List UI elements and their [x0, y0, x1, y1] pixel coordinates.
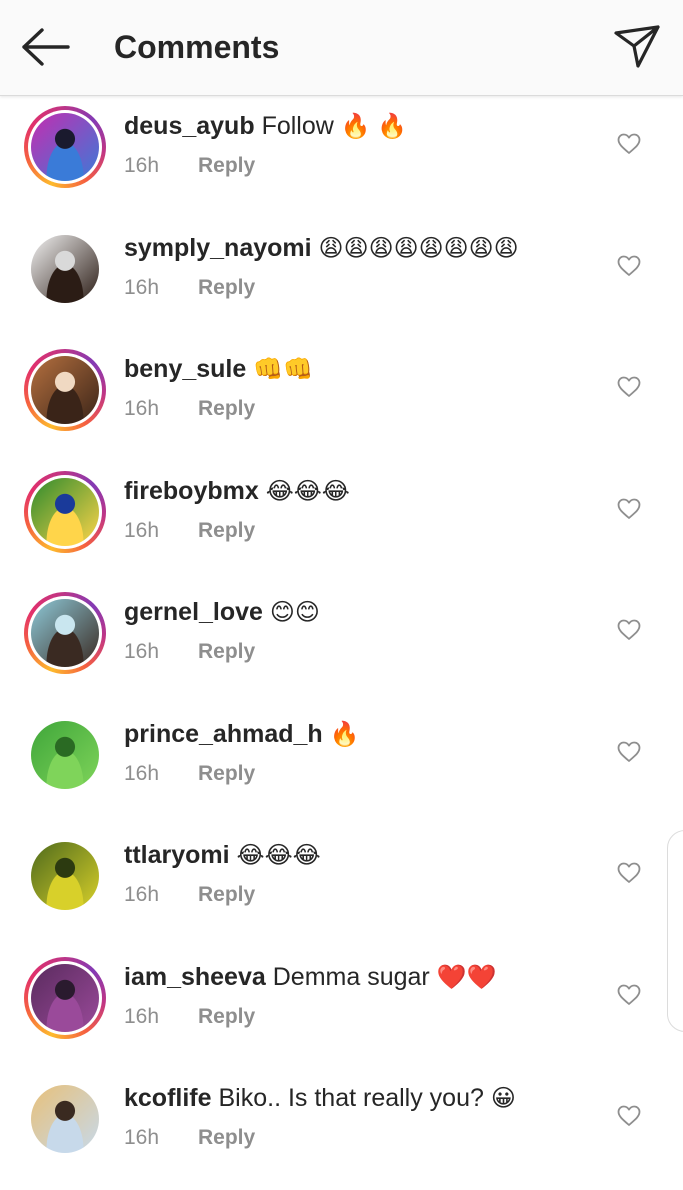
- comment-text-line: gernel_love 😊😊: [124, 596, 320, 629]
- back-arrow-icon[interactable]: [18, 27, 72, 67]
- comment-username[interactable]: ttlaryomi: [124, 841, 230, 869]
- comment-meta: 16h Reply: [124, 274, 255, 302]
- avatar[interactable]: [24, 714, 106, 796]
- comment-list: deus_ayub Follow 🔥 🔥 16h Reply symply_nayom…: [0, 95, 683, 1189]
- avatar-with-story-ring[interactable]: [24, 106, 106, 188]
- direct-message-icon[interactable]: [610, 22, 664, 72]
- comment-meta: 16h Reply: [124, 152, 255, 180]
- page-title: Comments: [114, 29, 280, 65]
- avatar-photo: [31, 234, 99, 303]
- comment-emoji: 😀: [490, 1085, 516, 1112]
- like-heart-icon[interactable]: [617, 376, 641, 398]
- like-heart-icon[interactable]: [617, 498, 641, 520]
- comment-meta: 16h Reply: [124, 881, 255, 909]
- comment-timestamp: 16h: [124, 518, 160, 542]
- comment-row: ttlaryomi 😂😂😂 16h Reply: [0, 824, 683, 946]
- comment-text-line: deus_ayub Follow 🔥 🔥: [124, 110, 407, 143]
- like-heart-icon[interactable]: [617, 1105, 641, 1127]
- reply-button[interactable]: Reply: [198, 152, 255, 180]
- avatar[interactable]: [24, 228, 106, 310]
- reply-button[interactable]: Reply: [198, 1003, 255, 1031]
- comment-meta: 16h Reply: [124, 395, 255, 423]
- comment-text-line: fireboybmx 😂😂😂: [124, 475, 350, 508]
- comment-username[interactable]: gernel_love: [124, 598, 263, 626]
- avatar-photo: [31, 113, 99, 181]
- comment-row: symply_nayomi 😩😩😩😩😩😩😩😩 16h Reply: [0, 217, 683, 339]
- comment-emoji: ❤️❤️: [436, 963, 497, 991]
- comment-text-line: kcoflife Biko.. Is that really you? 😀: [124, 1082, 516, 1115]
- comment-meta: 16h Reply: [124, 517, 255, 545]
- avatar-with-story-ring[interactable]: [24, 470, 106, 553]
- avatar-photo: [31, 477, 99, 546]
- comment-row: kcoflife Biko.. Is that really you? 😀 16h…: [0, 1067, 683, 1189]
- like-heart-icon[interactable]: [617, 862, 641, 884]
- like-heart-icon[interactable]: [617, 619, 641, 641]
- avatar[interactable]: [24, 835, 106, 917]
- comment-text-line: beny_sule 👊👊: [124, 353, 313, 386]
- comment-timestamp: 16h: [124, 1126, 160, 1149]
- avatar[interactable]: [24, 1078, 106, 1160]
- avatar-with-story-ring[interactable]: [24, 956, 106, 1039]
- comment-emoji: 🔥 🔥: [340, 113, 408, 140]
- scroll-handle[interactable]: [667, 830, 683, 1032]
- like-heart-icon[interactable]: [617, 255, 641, 277]
- comment-timestamp: 16h: [124, 275, 160, 299]
- avatar-photo: [31, 842, 99, 910]
- reply-button[interactable]: Reply: [198, 760, 255, 788]
- header-bar: Comments: [0, 0, 683, 96]
- comment-emoji: 😩😩😩😩😩😩😩😩: [318, 234, 519, 262]
- reply-button[interactable]: Reply: [198, 274, 255, 302]
- comment-username[interactable]: fireboybmx: [124, 477, 259, 505]
- comment-row: deus_ayub Follow 🔥 🔥 16h Reply: [0, 95, 683, 217]
- avatar-with-story-ring[interactable]: [24, 349, 106, 431]
- comment-meta: 16h Reply: [124, 638, 255, 666]
- comment-emoji: 👊👊: [253, 356, 313, 383]
- reply-button[interactable]: Reply: [198, 395, 255, 423]
- comment-username[interactable]: iam_sheeva: [124, 963, 266, 991]
- comment-timestamp: 16h: [124, 761, 160, 785]
- reply-button[interactable]: Reply: [198, 1124, 255, 1152]
- comment-text: Biko.. Is that really you?: [218, 1084, 484, 1112]
- comment-username[interactable]: deus_ayub: [124, 112, 255, 140]
- comment-row: beny_sule 👊👊 16h Reply: [0, 338, 683, 460]
- like-heart-icon[interactable]: [617, 984, 641, 1006]
- avatar-photo: [31, 963, 99, 1032]
- comment-timestamp: 16h: [124, 883, 160, 906]
- comment-timestamp: 16h: [124, 397, 160, 420]
- comment-timestamp: 16h: [124, 1004, 160, 1028]
- comment-meta: 16h Reply: [124, 1124, 255, 1152]
- comment-text-line: prince_ahmad_h 🔥: [124, 718, 360, 751]
- comment-username[interactable]: symply_nayomi: [124, 234, 312, 262]
- avatar-photo: [31, 720, 99, 789]
- comment-username[interactable]: prince_ahmad_h: [124, 720, 323, 748]
- comment-text: Demma sugar: [272, 962, 430, 991]
- comment-meta: 16h Reply: [124, 1003, 255, 1031]
- comment-text-line: iam_sheeva Demma sugar ❤️❤️: [124, 961, 496, 994]
- comment-emoji: 😂😂😂: [265, 477, 350, 505]
- comment-emoji: 😂😂😂: [236, 842, 321, 869]
- comment-emoji: 😊😊: [269, 599, 320, 626]
- reply-button[interactable]: Reply: [198, 881, 255, 909]
- comment-meta: 16h Reply: [124, 760, 255, 788]
- comment-username[interactable]: kcoflife: [124, 1084, 212, 1112]
- comment-emoji: 🔥: [329, 720, 360, 748]
- avatar-with-story-ring[interactable]: [24, 592, 106, 674]
- comment-row: iam_sheeva Demma sugar ❤️❤️ 16h Reply: [0, 946, 683, 1068]
- comment-username[interactable]: beny_sule: [124, 355, 246, 383]
- avatar-photo: [31, 1085, 99, 1153]
- comment-text-line: symply_nayomi 😩😩😩😩😩😩😩😩: [124, 232, 519, 265]
- comment-text: Follow: [261, 112, 334, 140]
- avatar-photo: [31, 356, 99, 424]
- like-heart-icon[interactable]: [617, 741, 641, 763]
- comment-row: prince_ahmad_h 🔥 16h Reply: [0, 703, 683, 825]
- comment-text-line: ttlaryomi 😂😂😂: [124, 839, 321, 872]
- reply-button[interactable]: Reply: [198, 517, 255, 545]
- comment-timestamp: 16h: [124, 154, 160, 177]
- comment-row: fireboybmx 😂😂😂 16h Reply: [0, 460, 683, 582]
- reply-button[interactable]: Reply: [198, 638, 255, 666]
- like-heart-icon[interactable]: [617, 133, 641, 155]
- comment-timestamp: 16h: [124, 640, 160, 663]
- comment-row: gernel_love 😊😊 16h Reply: [0, 581, 683, 703]
- avatar-photo: [31, 599, 99, 667]
